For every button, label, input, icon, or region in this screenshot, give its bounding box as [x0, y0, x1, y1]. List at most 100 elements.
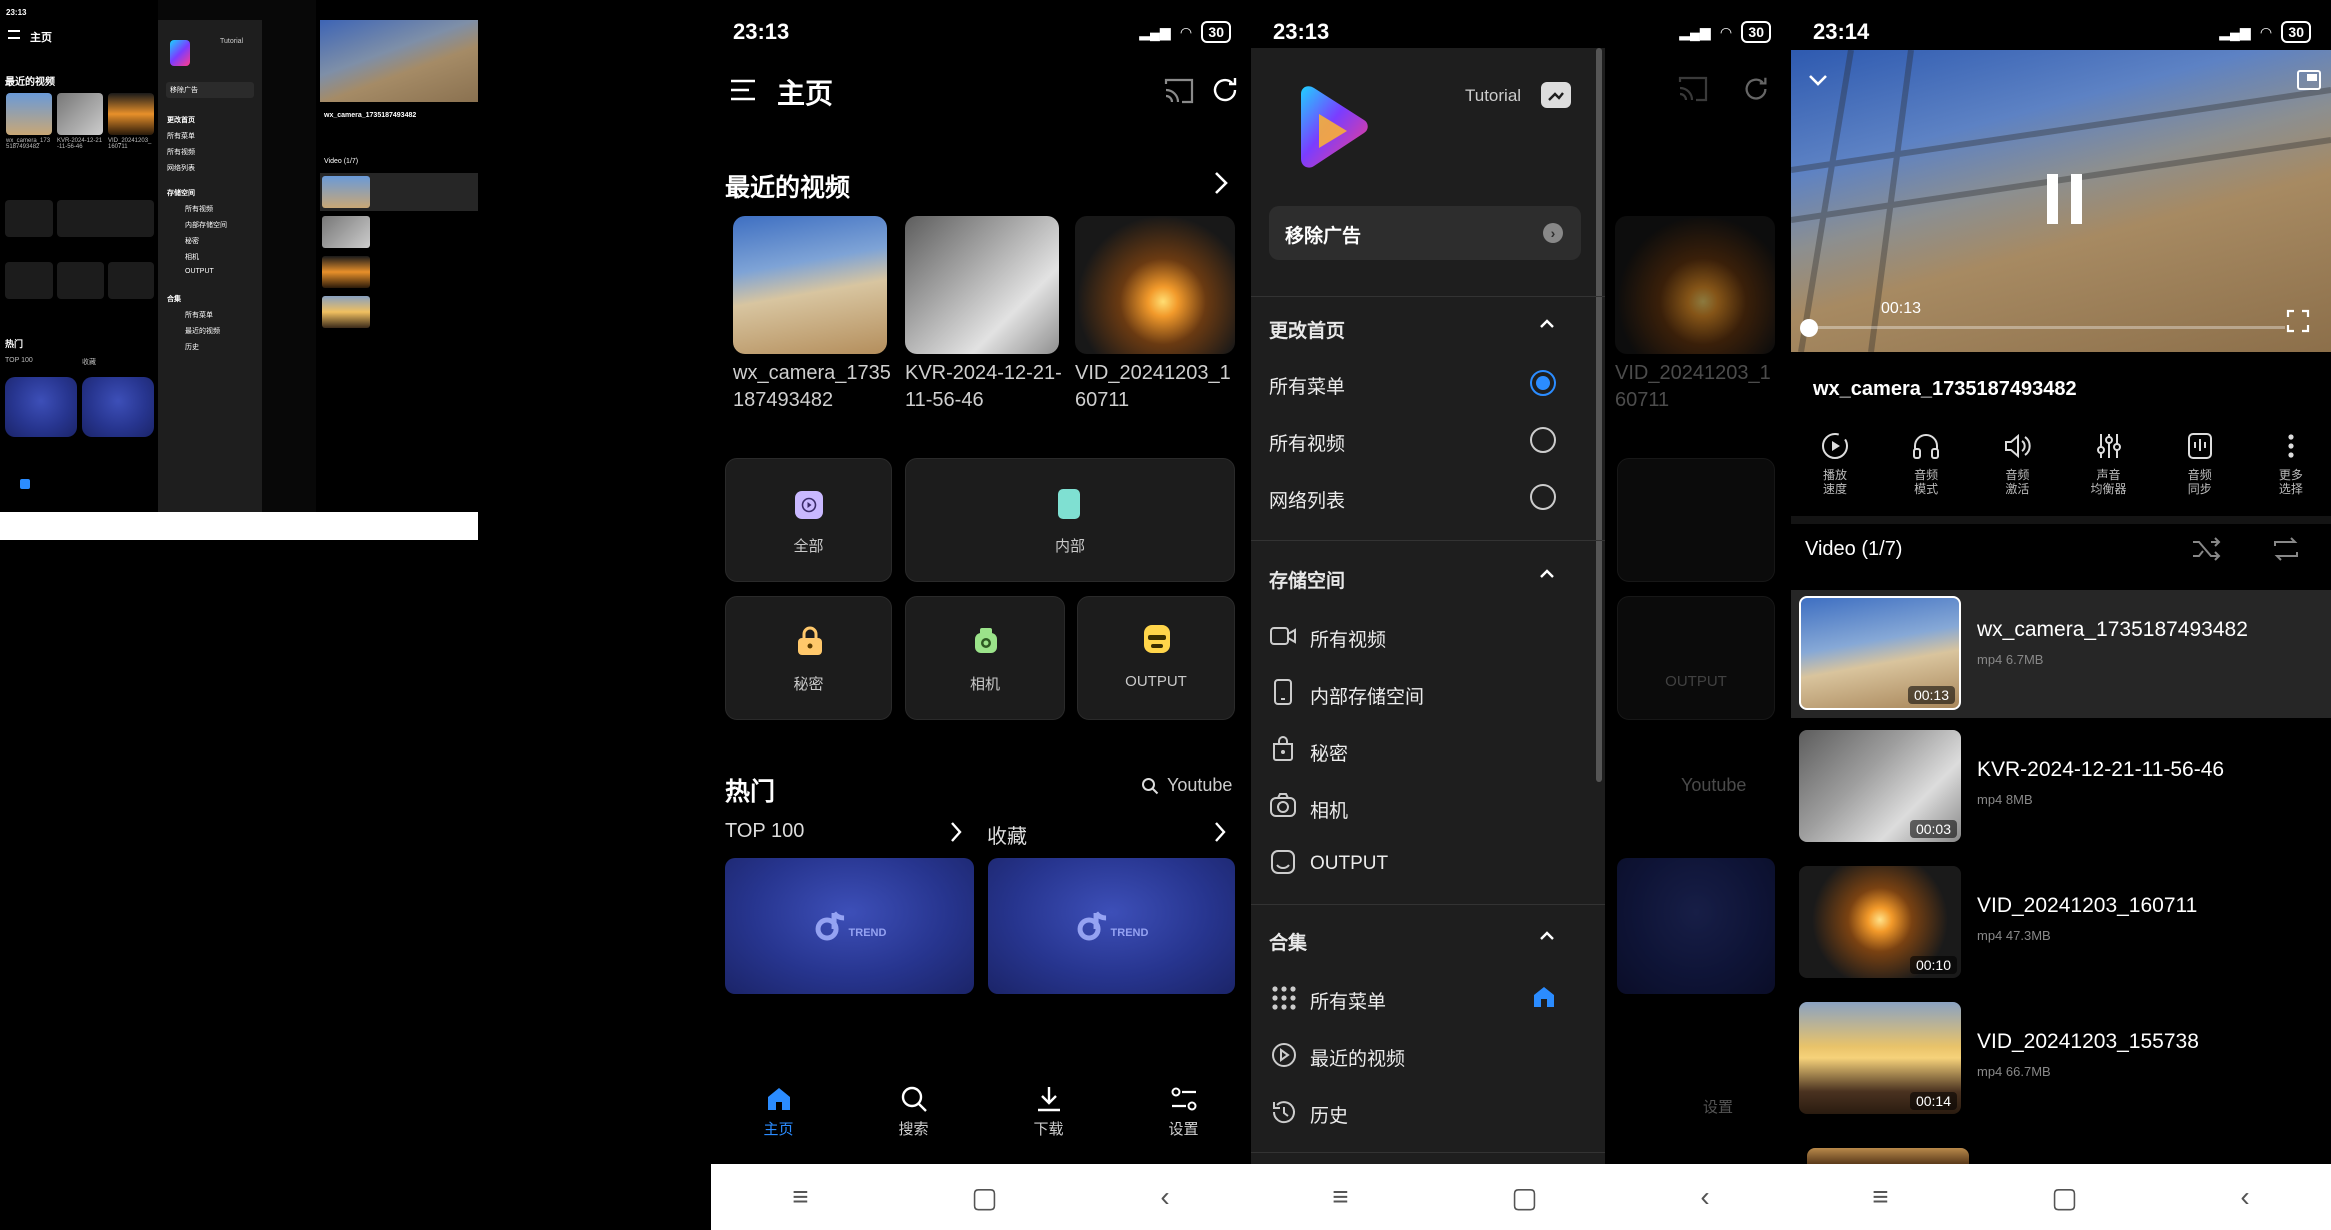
back-nav-icon[interactable]: ‹	[1160, 1181, 1169, 1213]
recents-nav-icon[interactable]: ≡	[1872, 1181, 1888, 1213]
category-output-card[interactable]: OUTPUT	[1077, 596, 1235, 720]
repeat-button[interactable]	[2271, 536, 2301, 562]
mini-pl-thumb-4	[322, 296, 370, 328]
playlist-item[interactable]: 00:14 VID_20241203_155738 mp4 66.7MB	[1791, 1000, 2331, 1128]
category-all-card[interactable]: 全部	[725, 458, 892, 582]
battery-indicator: 30	[1741, 21, 1771, 43]
wifi-icon: ◠	[1180, 23, 1192, 40]
back-nav-icon[interactable]: ‹	[2240, 1181, 2249, 1213]
recent-thumb-1[interactable]	[733, 216, 887, 354]
radio-all-menu[interactable]	[1530, 370, 1556, 396]
pause-button[interactable]	[2045, 174, 2085, 224]
drawer-scrollbar[interactable]	[1596, 48, 1602, 782]
storage-output[interactable]: OUTPUT	[1251, 853, 1605, 875]
nav-settings[interactable]: 设置	[1139, 1084, 1229, 1139]
status-time: 23:14	[1813, 19, 1870, 44]
mini-col-3: 历史	[185, 344, 199, 351]
storage-camera[interactable]: 相机	[1251, 796, 1605, 823]
collapse-home-button[interactable]	[1537, 312, 1557, 336]
playlist-thumb: 00:14	[1799, 1002, 1961, 1114]
storage-secret[interactable]: 秘密	[1251, 739, 1605, 766]
equalizer-button[interactable]: 声音 均衡器	[2077, 430, 2141, 496]
storage-internal-label: 内部存储空间	[1310, 687, 1425, 708]
more-options-button[interactable]: 更多 选择	[2259, 430, 2323, 496]
audio-sync-button[interactable]: 音频 同步	[2168, 430, 2232, 496]
mini-thumb-name-3: VID_20241203_160711	[108, 138, 152, 150]
home-nav-icon[interactable]: ▢	[971, 1181, 997, 1214]
system-navbar: ≡ ▢ ‹	[1791, 1164, 2331, 1230]
app-logo-icon	[1301, 86, 1368, 168]
home-nav-icon[interactable]: ▢	[1511, 1181, 1537, 1214]
trend-card-top100[interactable]: TREND	[725, 858, 974, 994]
favorites-label[interactable]: 收藏	[987, 820, 1027, 849]
playlist-item-name: wx_camera_1735187493482	[1977, 618, 2248, 641]
radio-all-videos[interactable]	[1530, 427, 1556, 453]
audio-boost-button[interactable]: 音频 激活	[1985, 430, 2049, 496]
recent-thumb-3[interactable]	[1075, 216, 1235, 354]
video-frame[interactable]: 00:13	[1791, 50, 2331, 352]
tutorial-icon[interactable]	[1541, 82, 1571, 108]
mini-menu-icon	[8, 30, 20, 39]
collection-history[interactable]: 历史	[1251, 1101, 1605, 1128]
elapsed-time: 00:13	[1881, 300, 1922, 317]
collapse-player-button[interactable]	[1807, 72, 1829, 88]
mini-video-frame	[320, 20, 478, 102]
home-icon[interactable]	[1531, 984, 1557, 1010]
nav-search-label: 搜索	[898, 1121, 929, 1138]
nav-settings-label: 设置	[1168, 1121, 1199, 1138]
radio-network-list[interactable]	[1530, 484, 1556, 510]
playlist-item[interactable]: 00:10 VID_20241203_160711 mp4 47.3MB	[1791, 864, 2331, 992]
mini-opt-3: 网络列表	[167, 165, 195, 172]
fullscreen-button[interactable]	[2285, 308, 2311, 334]
collection-recent-videos[interactable]: 最近的视频	[1251, 1044, 1605, 1071]
nav-search[interactable]: 搜索	[869, 1084, 959, 1139]
seek-thumb[interactable]	[1800, 319, 1818, 337]
home-nav-icon[interactable]: ▢	[2051, 1181, 2077, 1214]
shuffle-icon	[2193, 537, 2221, 561]
recents-nav-icon[interactable]: ≡	[1332, 1181, 1348, 1213]
category-secret-card[interactable]: 秘密	[725, 596, 892, 720]
storage-all-videos[interactable]: 所有视频	[1251, 625, 1605, 652]
favorites-more-button[interactable]	[1213, 820, 1227, 844]
playlist-thumb: 00:03	[1799, 730, 1961, 842]
youtube-search-link[interactable]: Youtube	[1141, 775, 1232, 796]
menu-button[interactable]	[729, 78, 757, 102]
divider	[1251, 540, 1605, 541]
tutorial-label[interactable]: Tutorial	[1465, 86, 1521, 106]
trend-card-favorites[interactable]: TREND	[988, 858, 1235, 994]
pip-icon	[2307, 74, 2317, 81]
status-icons: ▂▄▆ ◠ 30	[1679, 21, 1771, 43]
top100-label[interactable]: TOP 100	[725, 820, 804, 843]
back-nav-icon[interactable]: ‹	[1700, 1181, 1709, 1213]
category-internal-card[interactable]: 内部	[905, 458, 1235, 582]
playlist-item-active[interactable]: 00:13 wx_camera_1735187493482 mp4 6.7MB	[1791, 590, 2331, 718]
cast-button[interactable]	[1163, 76, 1195, 106]
remove-ads-button[interactable]: 移除广告 ›	[1269, 206, 1581, 260]
mini-storage-3: 秘密	[185, 238, 199, 245]
audio-mode-button[interactable]: 音频 模式	[1894, 430, 1958, 496]
playback-speed-button[interactable]: 播放 速度	[1803, 430, 1867, 496]
collapse-collection-button[interactable]	[1537, 924, 1557, 948]
recent-thumb-2[interactable]	[905, 216, 1059, 354]
page-title: 主页	[777, 78, 834, 109]
mini-app-logo	[170, 40, 190, 66]
category-camera-card[interactable]: 相机	[905, 596, 1065, 720]
shuffle-button[interactable]	[2191, 536, 2221, 562]
recents-nav-icon[interactable]: ≡	[792, 1181, 808, 1213]
lock-icon	[1270, 734, 1296, 762]
status-time: 23:13	[1273, 19, 1330, 44]
refresh-button[interactable]	[1209, 74, 1241, 106]
pip-button[interactable]	[2297, 70, 2321, 90]
hot-section-title: 热门	[725, 778, 776, 806]
top100-more-button[interactable]	[949, 820, 963, 844]
nav-download[interactable]: 下载	[1004, 1084, 1094, 1139]
category-camera-label: 相机	[969, 676, 1000, 693]
seek-track[interactable]	[1809, 326, 2285, 329]
playlist-thumb: 00:10	[1799, 866, 1961, 978]
recent-more-button[interactable]	[1213, 170, 1229, 196]
playlist-item[interactable]: 00:03 KVR-2024-12-21-11-56-46 mp4 8MB	[1791, 728, 2331, 856]
storage-internal[interactable]: 内部存储空间	[1251, 682, 1605, 709]
nav-home[interactable]: 主页	[734, 1084, 824, 1139]
collapse-storage-button[interactable]	[1537, 562, 1557, 586]
download-icon	[1037, 1087, 1060, 1112]
